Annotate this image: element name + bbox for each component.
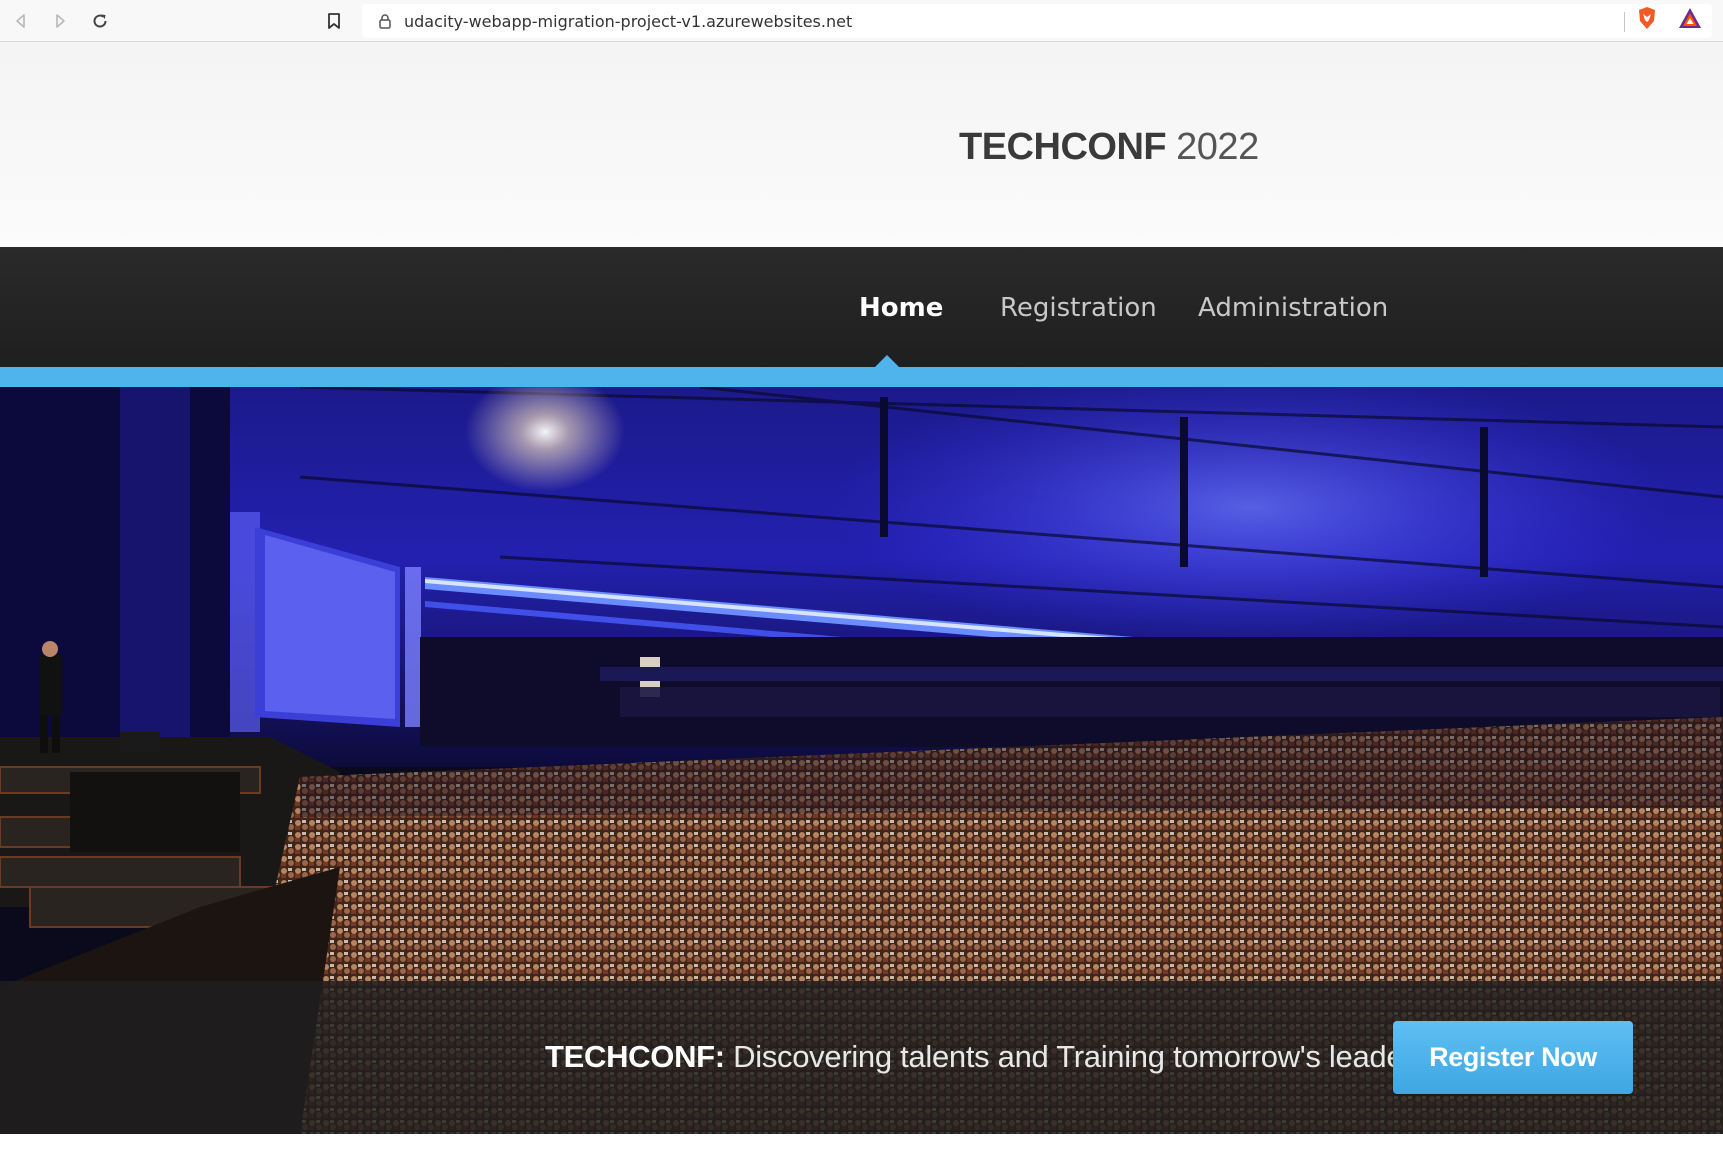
brave-rewards-icon[interactable] xyxy=(1678,6,1702,30)
forward-icon[interactable] xyxy=(47,8,73,34)
tagline-text: Discovering talents and Training tomorro… xyxy=(724,1039,1429,1074)
bookmark-icon[interactable] xyxy=(321,8,347,34)
logo-brand: TECHCONF xyxy=(959,126,1167,168)
brave-shield-icon[interactable] xyxy=(1635,6,1659,30)
main-nav: Home Registration Administration xyxy=(0,247,1723,367)
active-nav-indicator xyxy=(875,355,899,367)
browser-toolbar: udacity-webapp-migration-project-v1.azur… xyxy=(0,0,1723,42)
hero-banner: TECHCONF: Discovering talents and Traini… xyxy=(0,387,1723,1134)
site-logo[interactable]: TECHCONF 2022 xyxy=(959,126,1259,169)
site-header: TECHCONF 2022 xyxy=(0,42,1723,247)
logo-year: 2022 xyxy=(1166,126,1259,168)
url-text[interactable]: udacity-webapp-migration-project-v1.azur… xyxy=(404,12,852,31)
accent-strip xyxy=(0,367,1723,387)
address-bar[interactable]: udacity-webapp-migration-project-v1.azur… xyxy=(362,4,1712,38)
tagline-brand: TECHCONF: xyxy=(545,1039,725,1074)
hero-caption-bar: TECHCONF: Discovering talents and Traini… xyxy=(0,981,1723,1134)
back-icon[interactable] xyxy=(8,8,34,34)
hero-tagline: TECHCONF: Discovering talents and Traini… xyxy=(545,1039,1429,1075)
nav-registration[interactable]: Registration xyxy=(1000,293,1157,323)
nav-administration[interactable]: Administration xyxy=(1198,293,1388,323)
url-divider xyxy=(1624,12,1625,32)
nav-home[interactable]: Home xyxy=(859,293,943,323)
reload-icon[interactable] xyxy=(87,8,113,34)
lock-icon[interactable] xyxy=(378,13,392,34)
register-now-button[interactable]: Register Now xyxy=(1393,1021,1633,1094)
